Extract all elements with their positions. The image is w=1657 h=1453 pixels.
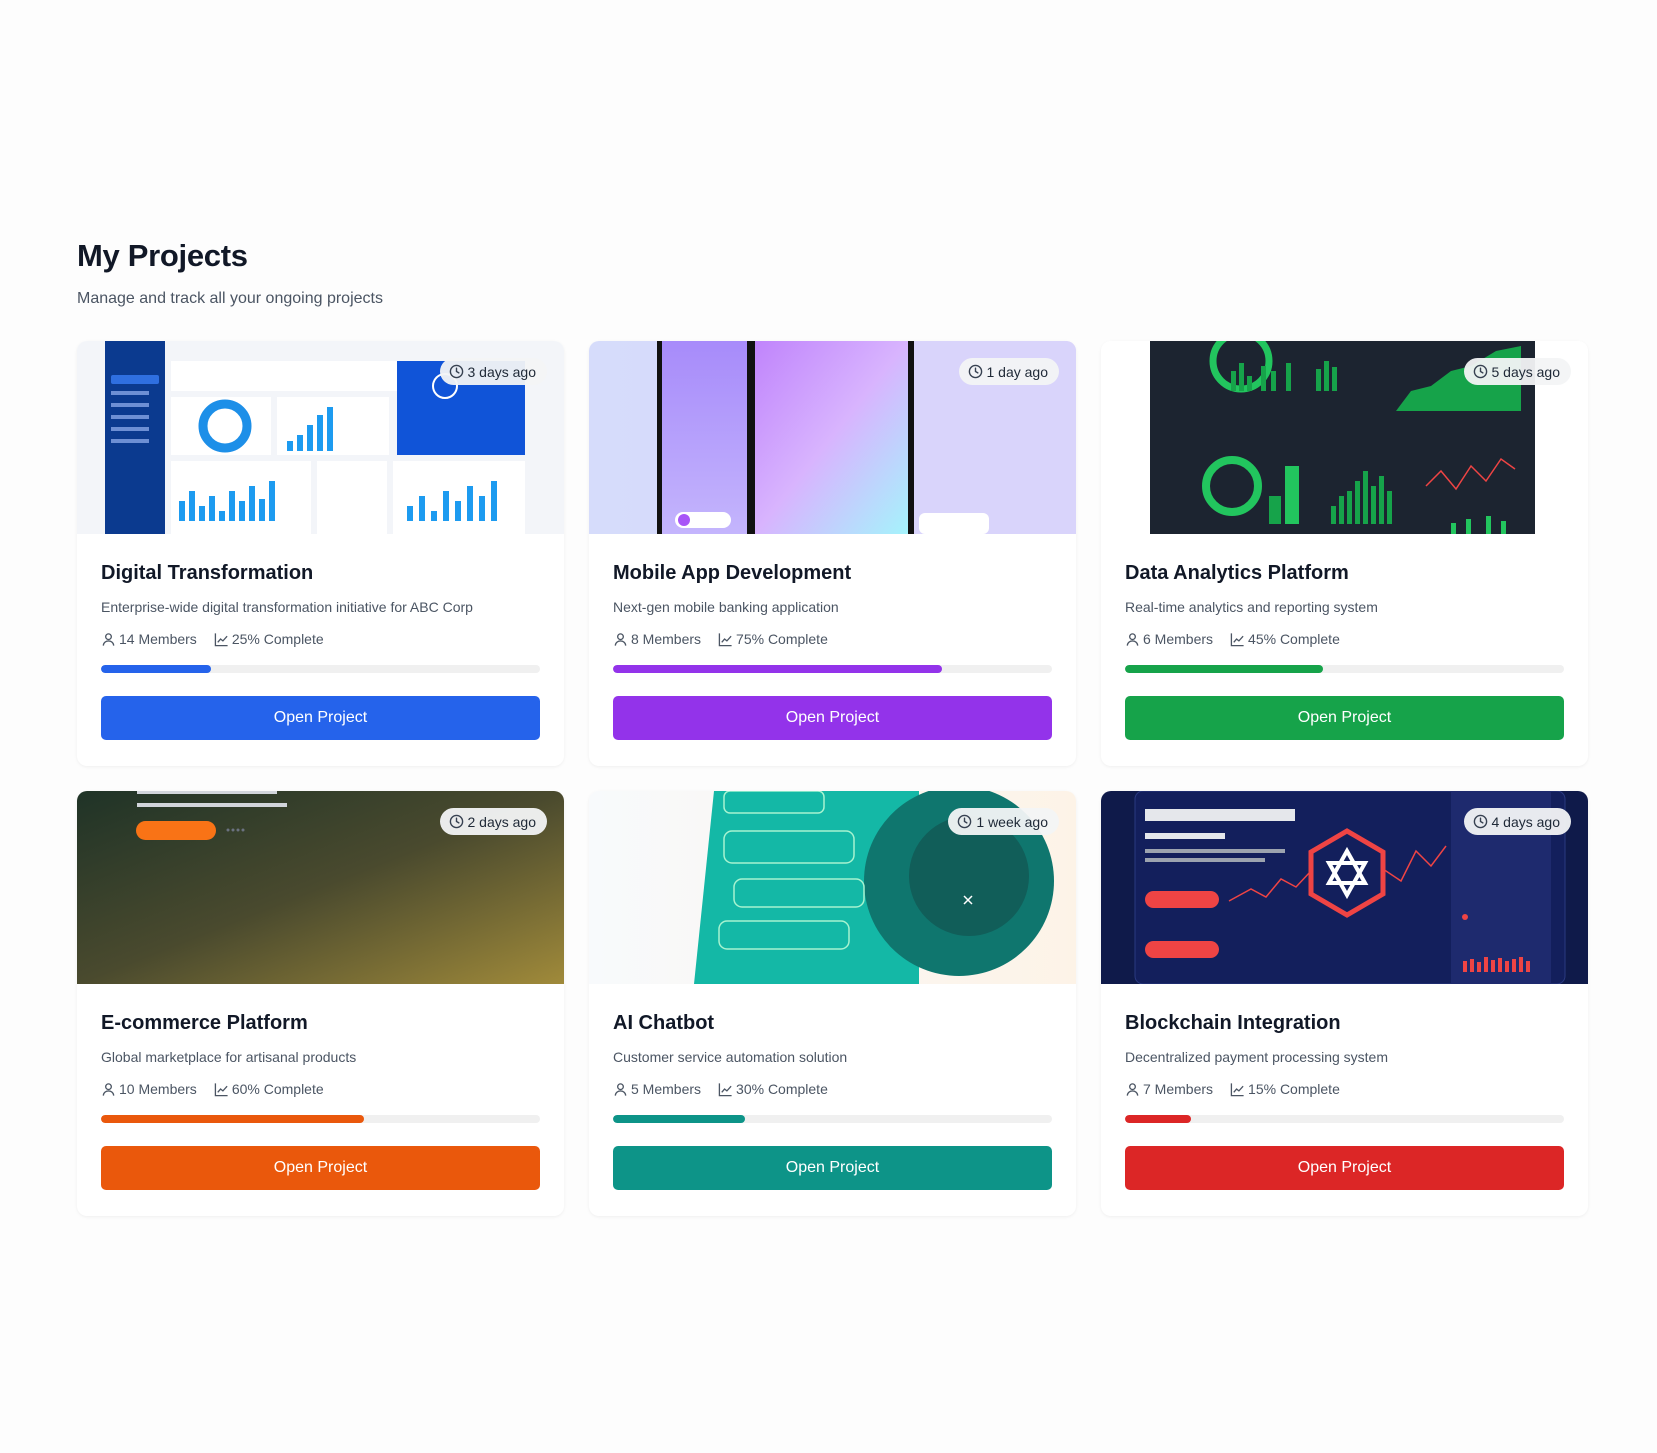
project-meta: 14 Members 25% Complete	[101, 631, 540, 647]
updated-text: 2 days ago	[467, 813, 537, 830]
project-description: Real-time analytics and reporting system	[1125, 599, 1378, 615]
project-description: Global marketplace for artisanal product…	[101, 1049, 357, 1065]
completion-text: 30% Complete	[736, 1081, 828, 1097]
progress-bar	[101, 1115, 540, 1123]
user-icon	[614, 1082, 627, 1096]
trend-icon	[718, 1082, 732, 1096]
clock-icon	[958, 814, 972, 829]
project-meta: 6 Members 45% Complete	[1125, 631, 1564, 647]
project-thumbnail: 5 days ago	[1101, 341, 1588, 534]
updated-text: 1 day ago	[986, 363, 1049, 380]
project-card: 3 days ago Digital Transformation Enterp…	[77, 341, 564, 766]
members-count: 5 Members	[631, 1081, 702, 1097]
project-title: Digital Transformation	[101, 562, 314, 584]
user-icon	[1126, 1082, 1139, 1096]
completion-text: 60% Complete	[231, 1081, 324, 1097]
project-description: Next-gen mobile banking application	[613, 599, 839, 615]
progress-fill	[1125, 665, 1323, 673]
completion-text: 45% Complete	[1248, 631, 1340, 647]
members-count: 10 Members	[119, 1081, 197, 1097]
progress-fill	[101, 665, 211, 673]
page-header: My Projects Manage and track all your on…	[77, 238, 383, 308]
project-title: Blockchain Integration	[1125, 1012, 1341, 1034]
open-project-button[interactable]: Open Project	[101, 696, 540, 740]
clock-icon	[968, 364, 982, 379]
updated-badge: 2 days ago	[439, 808, 547, 835]
open-project-button[interactable]: Open Project	[101, 1146, 540, 1190]
project-title: Mobile App Development	[613, 562, 852, 584]
project-title: E-commerce Platform	[101, 1012, 308, 1034]
project-title: Data Analytics Platform	[1125, 562, 1349, 584]
project-card: 5 days ago Data Analytics Platform Real-…	[1101, 341, 1588, 766]
project-thumbnail: 2 days ago	[77, 791, 564, 984]
page-subtitle: Manage and track all your ongoing projec…	[77, 290, 383, 307]
open-project-button[interactable]: Open Project	[1125, 696, 1564, 740]
updated-text: 3 days ago	[467, 363, 537, 380]
project-meta: 8 Members 75% Complete	[613, 631, 1052, 647]
project-thumbnail: 1 day ago	[589, 341, 1076, 534]
completion-text: 75% Complete	[736, 631, 828, 647]
progress-bar	[1125, 665, 1564, 673]
clock-icon	[449, 364, 463, 379]
updated-text: 5 days ago	[1491, 363, 1561, 380]
project-description: Customer service automation solution	[613, 1049, 848, 1065]
project-title: AI Chatbot	[613, 1012, 715, 1034]
members-count: 14 Members	[119, 631, 197, 647]
project-description: Enterprise-wide digital transformation i…	[101, 599, 473, 615]
project-meta: 7 Members 15% Complete	[1125, 1081, 1564, 1097]
updated-badge: 1 day ago	[958, 358, 1059, 385]
trend-icon	[1230, 632, 1244, 646]
progress-fill	[613, 1115, 745, 1123]
open-project-button[interactable]: Open Project	[613, 696, 1052, 740]
progress-bar	[1125, 1115, 1564, 1123]
members-count: 7 Members	[1143, 1081, 1214, 1097]
updated-text: 1 week ago	[976, 813, 1048, 830]
progress-bar	[613, 1115, 1052, 1123]
user-icon	[614, 632, 627, 646]
project-thumbnail: 4 days ago	[1101, 791, 1588, 984]
project-meta: 5 Members 30% Complete	[613, 1081, 1052, 1097]
open-project-button[interactable]: Open Project	[613, 1146, 1052, 1190]
progress-fill	[613, 665, 943, 673]
project-card: 1 week ago AI Chatbot Customer service a…	[589, 791, 1076, 1216]
user-icon	[102, 1082, 115, 1096]
updated-badge: 4 days ago	[1463, 808, 1571, 835]
project-card: 1 day ago Mobile App Development Next-ge…	[589, 341, 1076, 766]
completion-text: 15% Complete	[1248, 1081, 1340, 1097]
updated-badge: 5 days ago	[1463, 358, 1571, 385]
projects-page: My Projects Manage and track all your on…	[0, 0, 1657, 1453]
completion-text: 25% Complete	[231, 631, 324, 647]
project-description: Decentralized payment processing system	[1125, 1049, 1389, 1065]
projects-grid: 3 days ago Digital Transformation Enterp…	[77, 341, 1588, 1216]
project-thumbnail: 1 week ago	[589, 791, 1076, 984]
project-card: 2 days ago E-commerce Platform Global ma…	[77, 791, 564, 1216]
progress-bar	[613, 665, 1052, 673]
clock-icon	[1473, 814, 1487, 829]
page-title: My Projects	[77, 238, 248, 273]
trend-icon	[214, 1082, 228, 1096]
clock-icon	[1473, 364, 1487, 379]
trend-icon	[718, 632, 732, 646]
progress-bar	[101, 665, 540, 673]
trend-icon	[214, 632, 228, 646]
project-card: 4 days ago Blockchain Integration Decent…	[1101, 791, 1588, 1216]
open-project-button[interactable]: Open Project	[1125, 1146, 1564, 1190]
clock-icon	[449, 814, 463, 829]
members-count: 8 Members	[631, 631, 702, 647]
trend-icon	[1230, 1082, 1244, 1096]
updated-badge: 3 days ago	[439, 358, 547, 385]
user-icon	[1126, 632, 1139, 646]
members-count: 6 Members	[1143, 631, 1214, 647]
updated-badge: 1 week ago	[948, 808, 1059, 835]
user-icon	[102, 632, 115, 646]
progress-fill	[101, 1115, 365, 1123]
updated-text: 4 days ago	[1491, 813, 1561, 830]
progress-fill	[1125, 1115, 1191, 1123]
project-meta: 10 Members 60% Complete	[101, 1081, 540, 1097]
project-thumbnail: 3 days ago	[77, 341, 564, 534]
